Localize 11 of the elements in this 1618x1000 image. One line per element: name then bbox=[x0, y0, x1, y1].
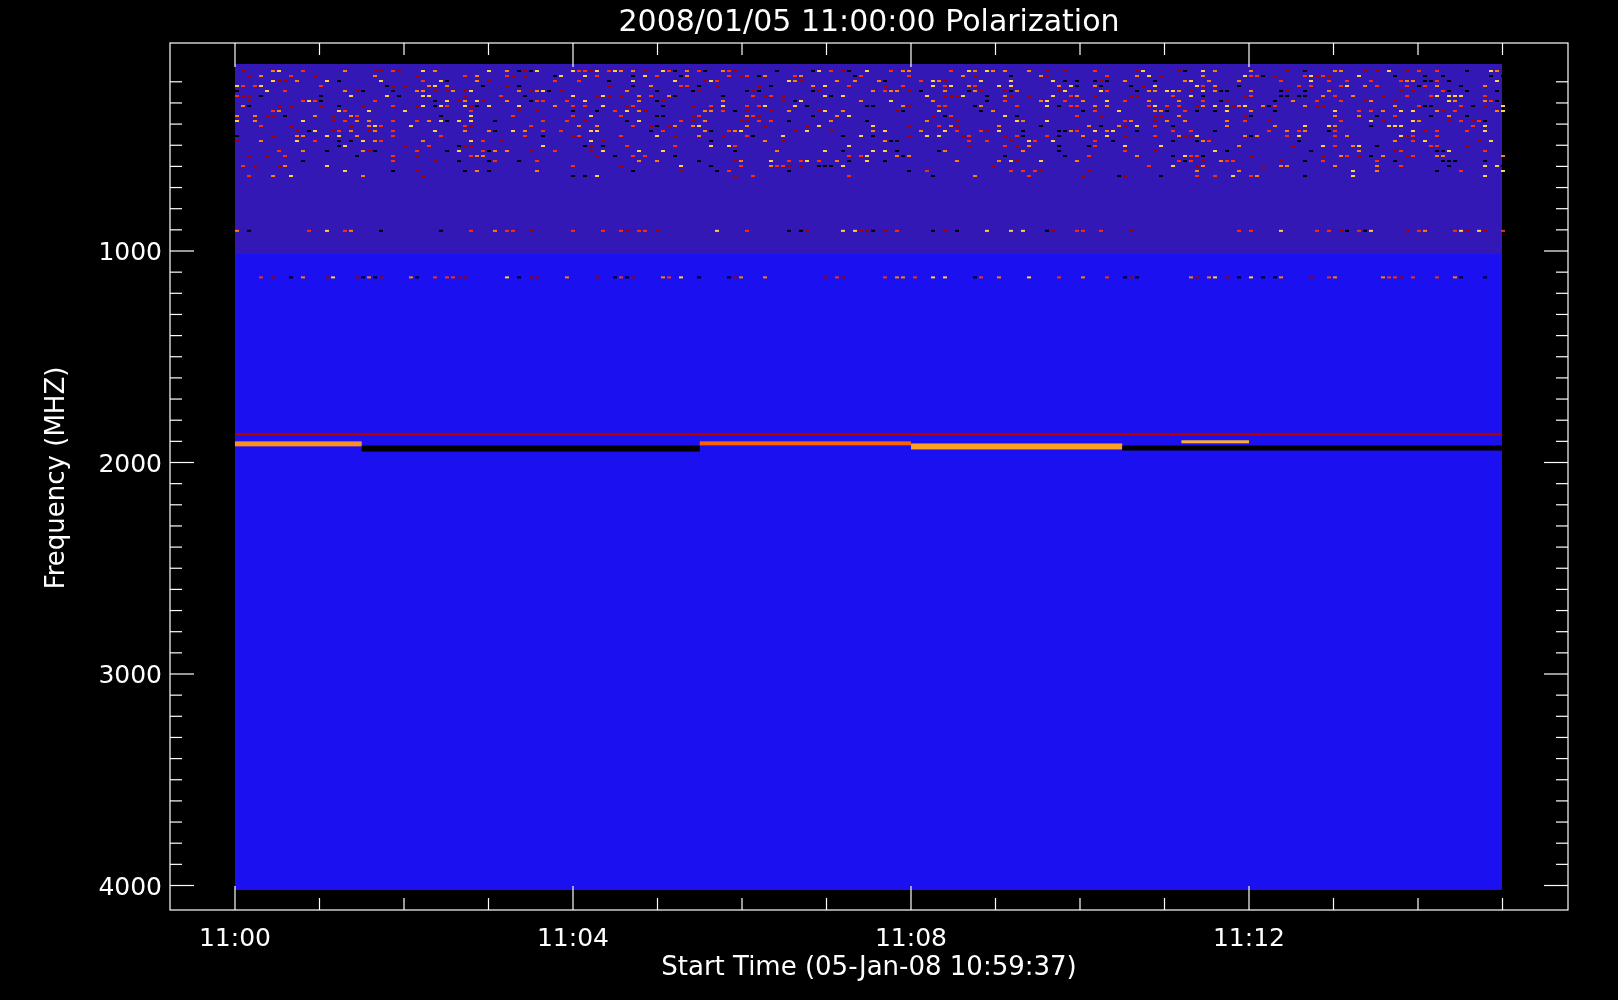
y-axis-label: Frequency (MHZ) bbox=[40, 366, 70, 590]
x-tick-label: 11:04 bbox=[537, 923, 609, 952]
y-tick-label: 4000 bbox=[98, 871, 162, 901]
x-tick-label: 11:12 bbox=[1213, 923, 1285, 952]
y-tick-label: 2000 bbox=[98, 448, 162, 478]
x-tick-label: 11:08 bbox=[875, 923, 947, 952]
y-tick-label: 3000 bbox=[98, 660, 162, 689]
chart-title: 2008/01/05 11:00:00 Polarization bbox=[618, 3, 1120, 38]
y-tick-label: 1000 bbox=[98, 237, 162, 266]
x-axis-label: Start Time (05-Jan-08 10:59:37) bbox=[661, 951, 1077, 981]
x-tick-label: 11:00 bbox=[199, 923, 271, 952]
